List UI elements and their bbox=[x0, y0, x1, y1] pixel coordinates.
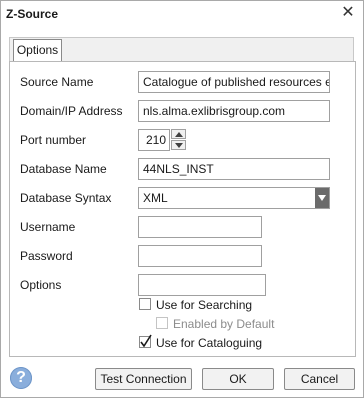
test-connection-button[interactable]: Test Connection bbox=[95, 368, 192, 390]
username-input[interactable] bbox=[143, 217, 257, 237]
port-spinner bbox=[171, 129, 187, 151]
options-input[interactable] bbox=[143, 275, 261, 295]
chevron-down-icon[interactable] bbox=[315, 188, 329, 208]
username-field[interactable] bbox=[138, 216, 262, 238]
chevron-up-icon[interactable] bbox=[171, 129, 186, 139]
source-name-value: Catalogue of published resources exclu bbox=[143, 75, 329, 89]
port-field[interactable]: 210 bbox=[138, 129, 170, 151]
domain-value: nls.alma.exlibrisgroup.com bbox=[143, 104, 286, 118]
chevron-down-icon[interactable] bbox=[171, 140, 186, 150]
password-label: Password bbox=[20, 249, 73, 263]
z-source-dialog: Z-Source ✕ Options Source Name Catalogue… bbox=[0, 0, 364, 398]
use-for-cataloguing-label: Use for Cataloguing bbox=[156, 336, 263, 350]
enabled-by-default-label: Enabled by Default bbox=[173, 317, 275, 331]
ok-button[interactable]: OK bbox=[202, 368, 274, 390]
check-icon bbox=[140, 334, 152, 348]
source-name-field[interactable]: Catalogue of published resources exclu bbox=[138, 71, 330, 93]
options-field[interactable] bbox=[138, 274, 266, 296]
enabled-by-default-checkbox[interactable] bbox=[156, 317, 168, 329]
use-for-cataloguing-checkbox[interactable] bbox=[139, 334, 152, 348]
port-label: Port number bbox=[20, 133, 87, 147]
database-syntax-value: XML bbox=[143, 191, 168, 205]
username-label: Username bbox=[20, 220, 76, 234]
help-icon[interactable]: ? bbox=[10, 367, 32, 389]
title-bar: Z-Source ✕ bbox=[1, 1, 363, 27]
use-for-searching-label: Use for Searching bbox=[156, 298, 253, 312]
domain-field[interactable]: nls.alma.exlibrisgroup.com bbox=[138, 100, 330, 122]
port-value: 210 bbox=[145, 133, 166, 147]
use-for-searching-checkbox[interactable] bbox=[139, 298, 151, 310]
tab-options[interactable]: Options bbox=[13, 39, 62, 61]
database-name-field[interactable]: 44NLS_INST bbox=[138, 158, 330, 180]
password-input[interactable] bbox=[143, 246, 257, 266]
database-syntax-select[interactable]: XML bbox=[138, 187, 330, 209]
database-name-value: 44NLS_INST bbox=[143, 162, 214, 176]
source-name-label: Source Name bbox=[20, 75, 94, 89]
password-field[interactable] bbox=[138, 245, 262, 267]
database-name-label: Database Name bbox=[20, 162, 107, 176]
dialog-title: Z-Source bbox=[6, 7, 59, 21]
domain-label: Domain/IP Address bbox=[20, 104, 123, 118]
cancel-button[interactable]: Cancel bbox=[284, 368, 355, 390]
close-icon[interactable]: ✕ bbox=[341, 5, 355, 21]
database-syntax-label: Database Syntax bbox=[20, 191, 112, 205]
options-label: Options bbox=[20, 278, 62, 292]
